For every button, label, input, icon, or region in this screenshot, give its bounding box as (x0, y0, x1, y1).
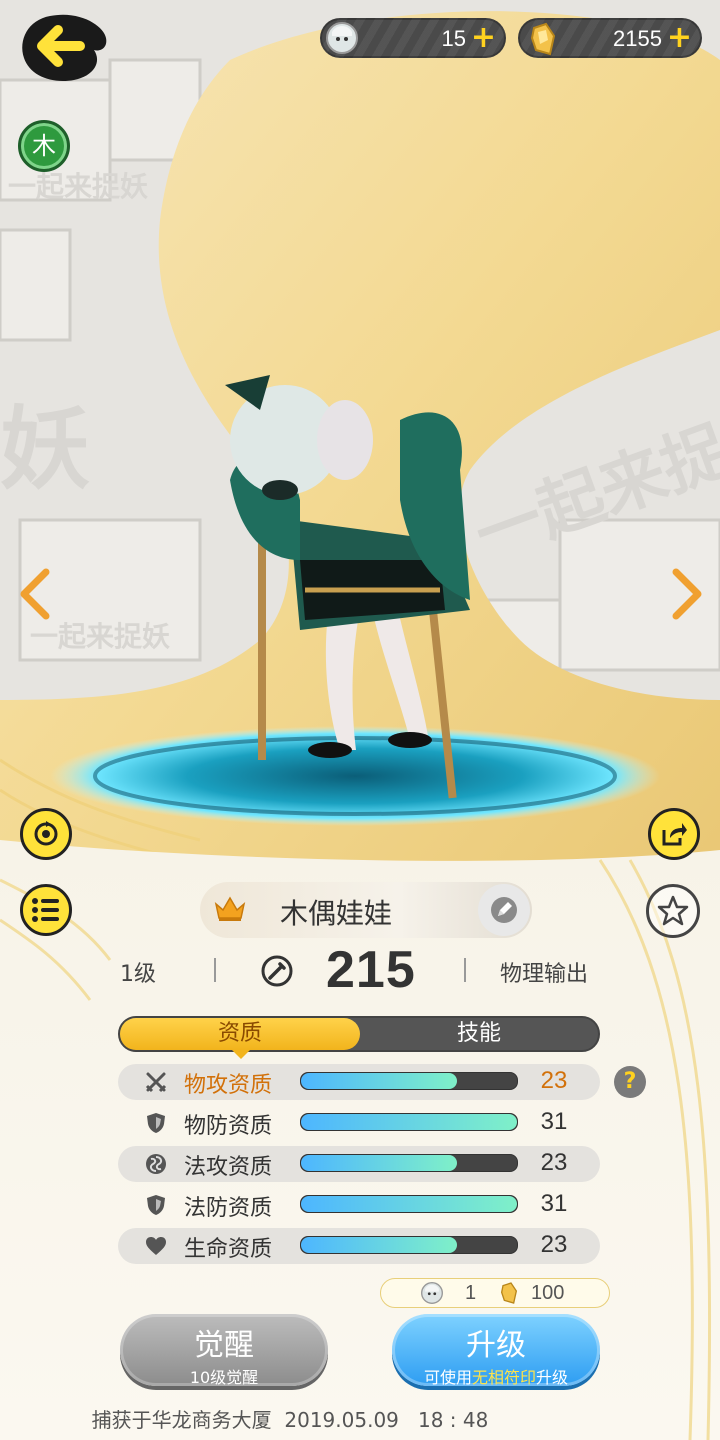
detail-tabs: 资质 技能 (118, 1016, 600, 1059)
back-button[interactable] (14, 10, 114, 86)
capture-location: 捕获于华龙商务大厦 (91, 1408, 272, 1432)
cost-crystal-amount: 100 (531, 1282, 565, 1304)
crystal-icon (500, 1282, 518, 1304)
swirl-icon (146, 1154, 166, 1174)
cost-doll-amount: 1 (465, 1282, 477, 1304)
add-doll-button[interactable]: + (471, 20, 496, 55)
divider (214, 958, 216, 982)
upgrade-button-label: 升级 (466, 1328, 526, 1363)
attribute-label: 生命资质 (184, 1237, 273, 1262)
svg-text:妖: 妖 (0, 397, 90, 502)
rotate-icon (34, 821, 58, 846)
back-arrow-icon (22, 14, 107, 82)
attribute-label: 法防资质 (184, 1196, 273, 1221)
aptitude-help-button[interactable]: ? (614, 1066, 646, 1098)
capture-date: 2019.05.09 (284, 1408, 399, 1432)
list-icon (32, 898, 59, 922)
attribute-bar (300, 1072, 518, 1090)
attribute-value: 31 (540, 1108, 568, 1135)
rename-button[interactable] (478, 884, 530, 936)
share-icon (662, 823, 687, 846)
prev-pet-arrow-icon[interactable] (16, 568, 52, 634)
upgrade-button-sublabel: 可使用无相符印升级 (392, 1364, 600, 1388)
attribute-label: 物防资质 (184, 1114, 273, 1139)
crossed-swords-icon (145, 1072, 167, 1093)
awaken-button-sublabel: 10级觉醒 (189, 1368, 259, 1387)
combat-power-icon (261, 955, 293, 987)
attribute-bar (300, 1113, 518, 1131)
star-icon (657, 895, 689, 926)
favorite-button[interactable] (646, 884, 700, 938)
upgrade-button[interactable]: 升级 可使用无相符印升级 (392, 1314, 600, 1388)
capture-time: 18 : 48 (417, 1408, 489, 1432)
doll-face-icon (421, 1282, 443, 1304)
next-pet-arrow-icon[interactable] (670, 568, 706, 634)
svg-text:一起来捉妖: 一起来捉妖 (8, 170, 148, 203)
shield-icon (147, 1113, 165, 1133)
attribute-bar (300, 1236, 518, 1254)
attribute-row-physical-attack: 物攻资质 23 (118, 1064, 600, 1100)
attribute-row-health: 生命资质 23 (118, 1228, 600, 1264)
attribute-value: 23 (540, 1067, 568, 1094)
attribute-value: 23 (540, 1231, 568, 1258)
combat-power-value: 215 (326, 941, 416, 999)
currency-crystal-counter[interactable]: 2155 + (518, 18, 702, 58)
attribute-bar-fill (301, 1196, 517, 1212)
add-crystal-button[interactable]: + (667, 20, 692, 55)
share-button[interactable] (648, 808, 700, 860)
rotate-view-button[interactable] (20, 808, 72, 860)
currency-doll-counter[interactable]: 15 + (320, 18, 506, 58)
pet-name-plate: 木偶娃娃 (200, 882, 532, 938)
scene-background: 一起来捉妖 一起来捉妖 妖 一起来捉妖 (0, 0, 720, 1440)
currency-crystal-value: 2155 (613, 26, 662, 51)
attribute-bar-fill (301, 1237, 457, 1253)
element-wood-badge: 木 (18, 120, 70, 172)
pet-name: 木偶娃娃 (279, 897, 392, 930)
menu-button[interactable] (20, 884, 72, 936)
upgrade-sub-text: 升级 (536, 1368, 569, 1387)
awaken-button[interactable]: 觉醒 10级觉醒 (120, 1314, 328, 1387)
currency-doll-value: 15 (441, 26, 466, 51)
divider (464, 958, 466, 982)
attribute-label: 法攻资质 (184, 1155, 273, 1180)
attribute-row-magic-defense: 法防资质 31 (118, 1187, 600, 1223)
attribute-value: 23 (540, 1149, 568, 1176)
attribute-bar-fill (301, 1114, 517, 1130)
pet-level: 1级 (120, 962, 156, 987)
pet-role: 物理输出 (500, 962, 589, 987)
shield-icon (147, 1195, 165, 1215)
heart-icon (146, 1237, 166, 1255)
attribute-label: 物攻资质 (184, 1073, 273, 1098)
attribute-bar-fill (301, 1073, 457, 1089)
doll-face-icon (326, 22, 358, 54)
attribute-row-physical-defense: 物防资质 31 (118, 1105, 600, 1141)
awaken-button-label: 觉醒 (194, 1328, 254, 1363)
tab-aptitude[interactable]: 资质 (120, 1018, 360, 1059)
attribute-bar (300, 1195, 518, 1213)
attribute-value: 31 (540, 1190, 568, 1217)
pencil-icon (491, 897, 517, 923)
attribute-row-magic-attack: 法攻资质 23 (118, 1146, 600, 1182)
crystal-icon (530, 22, 556, 56)
attribute-bar (300, 1154, 518, 1172)
capture-info: 捕获于华龙商务大厦 2019.05.09 18 : 48 (0, 1404, 580, 1433)
attribute-bar-fill (301, 1155, 457, 1171)
upgrade-sub-text: 可使用 (423, 1368, 472, 1387)
upgrade-sub-item: 无相符印 (471, 1368, 536, 1387)
tab-skills[interactable]: 技能 (360, 1018, 598, 1050)
upgrade-cost: 1 100 (380, 1278, 610, 1308)
